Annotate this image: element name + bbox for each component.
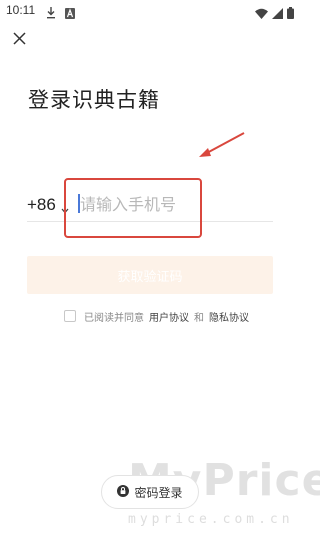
agreement-and: 和 — [194, 312, 204, 324]
get-code-button[interactable]: 获取验证码 — [27, 256, 273, 294]
user-agreement-link[interactable]: 用户协议 — [149, 309, 189, 324]
battery-icon — [287, 4, 294, 23]
password-login-button[interactable]: 密码登录 — [101, 475, 199, 509]
privacy-policy-link[interactable]: 隐私协议 — [209, 309, 249, 324]
annotation-highlight-box — [64, 178, 202, 238]
agreement-row: 已阅读并同意 用户协议 和 隐私协议 — [64, 308, 252, 324]
page-title: 登录识典古籍 — [28, 88, 160, 112]
signal-icon — [272, 4, 283, 23]
watermark-url: myprice.com.cn — [128, 512, 294, 527]
agreement-prefix: 已阅读并同意 — [84, 312, 144, 324]
download-icon — [46, 4, 56, 23]
close-icon — [12, 30, 26, 49]
country-code-selector[interactable]: +86 — [27, 195, 56, 215]
agreement-checkbox[interactable] — [64, 310, 76, 322]
lock-icon — [117, 484, 130, 500]
password-login-label: 密码登录 — [134, 485, 183, 500]
annotation-arrow — [195, 130, 247, 166]
a-icon — [65, 4, 75, 23]
status-time: 10:11 — [6, 3, 36, 17]
status-bar: 10:11 — [0, 0, 300, 22]
wifi-icon — [255, 4, 268, 23]
close-button[interactable] — [9, 29, 29, 49]
